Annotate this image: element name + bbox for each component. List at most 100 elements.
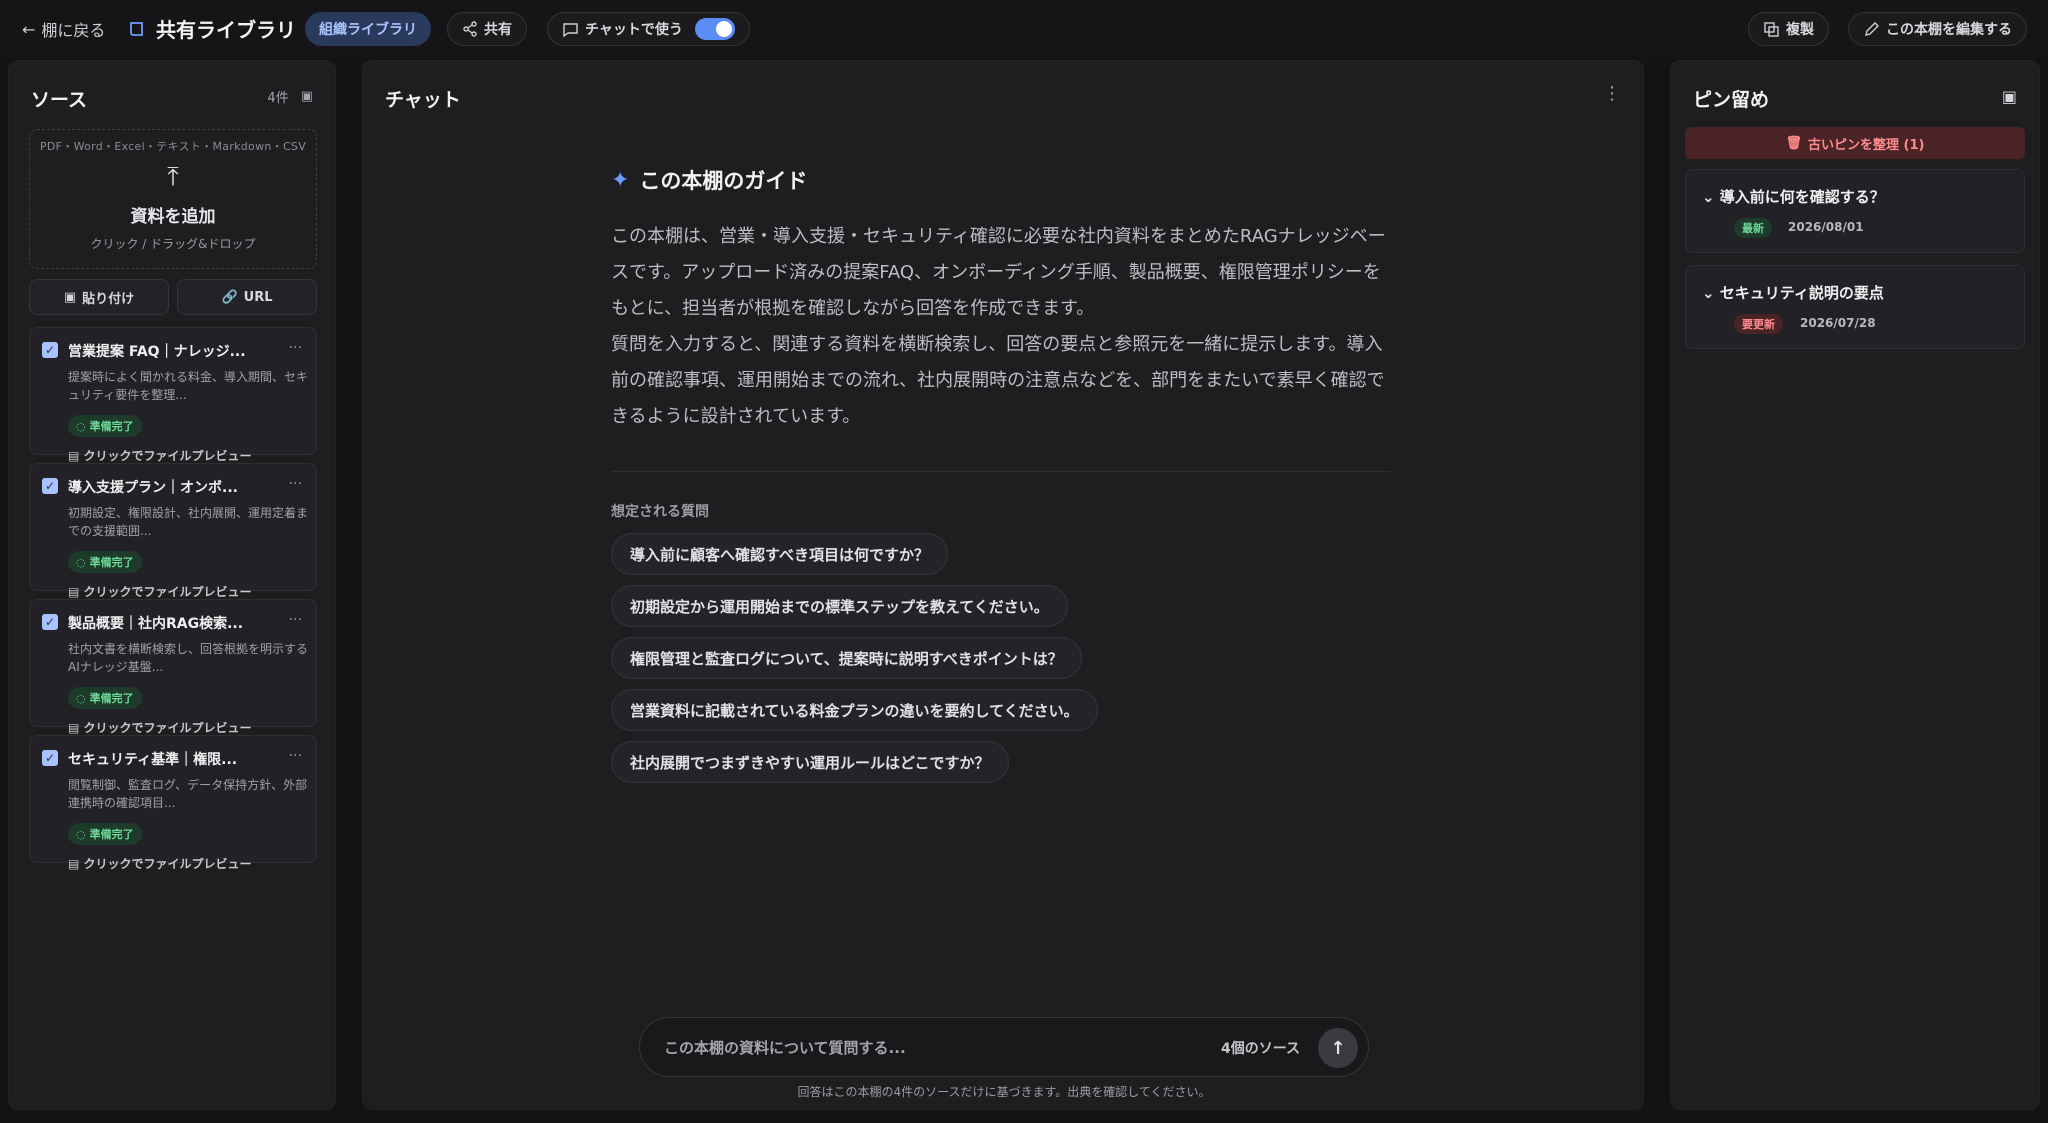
status-badge: ◌ 準備完了 bbox=[68, 551, 142, 573]
file-icon: ▤ bbox=[68, 585, 84, 599]
guide-title: この本棚のガイド bbox=[639, 169, 808, 193]
url-button[interactable]: 🔗 URL bbox=[177, 279, 317, 315]
pin-card[interactable]: ⌄ セキュリティ説明の要点 要更新 2026/07/28 bbox=[1685, 265, 2025, 349]
pin-date: 2026/07/28 bbox=[1800, 316, 1876, 330]
chat-panel: チャット ⋮ ✦ この本棚のガイド この本棚は、営業・導入支援・セキュリティ確認… bbox=[362, 60, 1644, 1110]
answer-footnote: 回答はこの本棚の4件のソースだけに基づきます。出典を確認してください。 bbox=[797, 1085, 1211, 1099]
chat-toggle-label: チャットで使う bbox=[585, 22, 683, 38]
pin-date: 2026/08/01 bbox=[1788, 220, 1864, 234]
pins-actions: ▣ bbox=[2002, 87, 2017, 106]
pin-title-wrap: ⌄ セキュリティ説明の要点 bbox=[1702, 282, 1884, 303]
file-preview-link[interactable]: ▤ クリックでファイルプレビュー bbox=[68, 447, 252, 464]
status-badge: ◌ 準備完了 bbox=[68, 415, 142, 437]
upload-dropzone[interactable]: PDF・Word・Excel・テキスト・Markdown・CSV ⤒ 資料を追加… bbox=[29, 129, 317, 269]
source-card[interactable]: ✓ 導入支援プラン｜オンボ... ··· 初期設定、権限設計、社内展開、運用定着… bbox=[29, 463, 317, 599]
file-preview-link[interactable]: ▤ クリックでファイルプレビュー bbox=[68, 583, 252, 600]
preview-label: クリックでファイルプレビュー bbox=[83, 585, 252, 599]
file-icon: ▤ bbox=[68, 857, 84, 871]
copy-icon bbox=[1764, 21, 1779, 37]
collapse-panel-icon[interactable]: ▣ bbox=[2002, 87, 2017, 106]
chat-input[interactable] bbox=[664, 1034, 1184, 1062]
book-icon bbox=[130, 21, 143, 36]
ready-icon: ◌ bbox=[76, 827, 86, 841]
sources-count-wrap: 4件 ▣ bbox=[267, 87, 313, 106]
edit-shelf-button[interactable]: この本棚を編集する bbox=[1848, 12, 2027, 46]
source-name: 導入支援プラン｜オンボ... bbox=[68, 480, 238, 496]
suggested-question-chip[interactable]: 導入前に顧客へ確認すべき項目は何ですか？ bbox=[611, 533, 948, 575]
status-label: 準備完了 bbox=[89, 556, 134, 569]
file-icon: ▤ bbox=[68, 449, 84, 463]
back-to-shelf-button[interactable]: ← 棚に戻る bbox=[22, 12, 105, 46]
source-name: 営業提案 FAQ｜ナレッジ... bbox=[68, 344, 246, 360]
source-count-label[interactable]: 4個のソース bbox=[1221, 1038, 1300, 1058]
chat-use-toggle[interactable]: チャットで使う bbox=[547, 12, 750, 46]
pin-title-wrap: ⌄ 導入前に何を確認する？ bbox=[1702, 186, 1885, 207]
source-card[interactable]: ✓ 製品概要｜社内RAG検索... ··· 社内文書を横断検索し、回答根拠を明示… bbox=[29, 599, 317, 735]
send-button[interactable]: ↑ bbox=[1318, 1028, 1358, 1068]
status-badge: ◌ 準備完了 bbox=[68, 687, 142, 709]
suggested-question-chip[interactable]: 初期設定から運用開始までの標準ステップを教えてください。 bbox=[611, 585, 1068, 627]
suggested-questions-label: 想定される質問 bbox=[611, 504, 709, 520]
source-description: 閲覧制御、監査ログ、データ保持方針、外部連携時の確認項目... bbox=[68, 778, 308, 810]
ready-icon: ◌ bbox=[76, 691, 86, 705]
source-name: セキュリティ基準｜権限... bbox=[68, 752, 238, 768]
file-icon: ▤ bbox=[68, 721, 84, 735]
arrow-up-icon: ↑ bbox=[1330, 1037, 1346, 1059]
source-checkbox[interactable]: ✓ bbox=[42, 750, 58, 766]
paste-label: 貼り付け bbox=[82, 291, 135, 307]
more-options-icon[interactable]: ··· bbox=[289, 748, 302, 764]
collapse-panel-icon[interactable]: ▣ bbox=[301, 89, 313, 104]
source-checkbox[interactable]: ✓ bbox=[42, 342, 58, 358]
source-description: 初期設定、権限設計、社内展開、運用定着までの支援範囲... bbox=[68, 506, 309, 538]
paste-button[interactable]: ▣ 貼り付け bbox=[29, 279, 169, 315]
source-checkbox[interactable]: ✓ bbox=[42, 478, 58, 494]
file-preview-link[interactable]: ▤ クリックでファイルプレビュー bbox=[68, 855, 252, 872]
source-description: 社内文書を横断検索し、回答根拠を明示するAIナレッジ基盤... bbox=[68, 642, 309, 674]
guide-title-wrap: ✦ この本棚のガイド bbox=[611, 165, 807, 195]
preview-label: クリックでファイルプレビュー bbox=[83, 721, 252, 735]
clean-label: 古いピンを整理 (1) bbox=[1808, 137, 1925, 153]
source-checkbox[interactable]: ✓ bbox=[42, 614, 58, 630]
upload-hint: クリック / ドラッグ&ドロップ bbox=[90, 237, 256, 251]
chat-input-bar: 4個のソース ↑ bbox=[639, 1017, 1369, 1077]
share-button[interactable]: 共有 bbox=[447, 12, 527, 46]
more-options-icon[interactable]: ··· bbox=[289, 340, 302, 356]
toggle-switch[interactable] bbox=[694, 18, 735, 40]
upload-add-label: 資料を追加 bbox=[130, 207, 216, 227]
duplicate-button[interactable]: 複製 bbox=[1748, 12, 1829, 46]
source-description: 提案時によく聞かれる料金、導入期間、セキュリティ要件を整理... bbox=[68, 370, 309, 402]
source-card[interactable]: ✓ 営業提案 FAQ｜ナレッジ... ··· 提案時によく聞かれる料金、導入期間… bbox=[29, 327, 317, 463]
suggested-question-chip[interactable]: 営業資料に記載されている料金プランの違いを要約してください。 bbox=[611, 689, 1098, 731]
source-card[interactable]: ✓ セキュリティ基準｜権限... ··· 閲覧制御、監査ログ、データ保持方針、外… bbox=[29, 735, 317, 871]
pin-title: セキュリティ説明の要点 bbox=[1719, 284, 1884, 302]
preview-label: クリックでファイルプレビュー bbox=[83, 449, 252, 463]
top-bar: ← 棚に戻る 共有ライブラリ 組織ライブラリ 共有 チャットで使う 複製 この本… bbox=[0, 0, 2048, 58]
status-label: 準備完了 bbox=[89, 828, 134, 841]
chevron-down-icon[interactable]: ⌄ bbox=[1702, 188, 1720, 206]
upload-types: PDF・Word・Excel・テキスト・Markdown・CSV bbox=[39, 140, 307, 153]
edit-label: この本棚を編集する bbox=[1886, 22, 2012, 38]
more-options-icon[interactable]: ··· bbox=[289, 612, 302, 628]
url-label: URL bbox=[243, 289, 273, 305]
arrow-left-icon: ← bbox=[22, 19, 36, 39]
more-options-icon[interactable]: ··· bbox=[289, 476, 302, 492]
suggested-question-chip[interactable]: 権限管理と監査ログについて、提案時に説明すべきポイントは？ bbox=[611, 637, 1082, 679]
share-label: 共有 bbox=[484, 22, 512, 38]
suggested-question-chip[interactable]: 社内展開でつまずきやすい運用ルールはどこですか？ bbox=[611, 741, 1009, 783]
trash-icon: 🗑 bbox=[1785, 135, 1803, 151]
guide-text: この本棚は、営業・導入支援・セキュリティ確認に必要な社内資料をまとめたRAGナレ… bbox=[611, 226, 1386, 427]
sparkle-icon: ✦ bbox=[611, 167, 630, 193]
chevron-down-icon[interactable]: ⌄ bbox=[1702, 284, 1720, 302]
preview-label: クリックでファイルプレビュー bbox=[83, 857, 252, 871]
status-badge: ◌ 準備完了 bbox=[68, 823, 142, 845]
kebab-menu-icon[interactable]: ⋮ bbox=[1603, 83, 1621, 104]
file-preview-link[interactable]: ▤ クリックでファイルプレビュー bbox=[68, 719, 252, 736]
org-library-badge[interactable]: 組織ライブラリ bbox=[305, 12, 431, 46]
chat-bubble-icon bbox=[563, 22, 578, 37]
share-icon bbox=[463, 21, 477, 37]
pin-title: 導入前に何を確認する？ bbox=[1719, 188, 1885, 206]
status-badge: 要更新 bbox=[1734, 314, 1783, 334]
paste-icon: ▣ bbox=[63, 289, 77, 305]
clean-old-pins-button[interactable]: 🗑 古いピンを整理 (1) bbox=[1685, 127, 2025, 159]
pin-card[interactable]: ⌄ 導入前に何を確認する？ 最新 2026/08/01 bbox=[1685, 169, 2025, 253]
